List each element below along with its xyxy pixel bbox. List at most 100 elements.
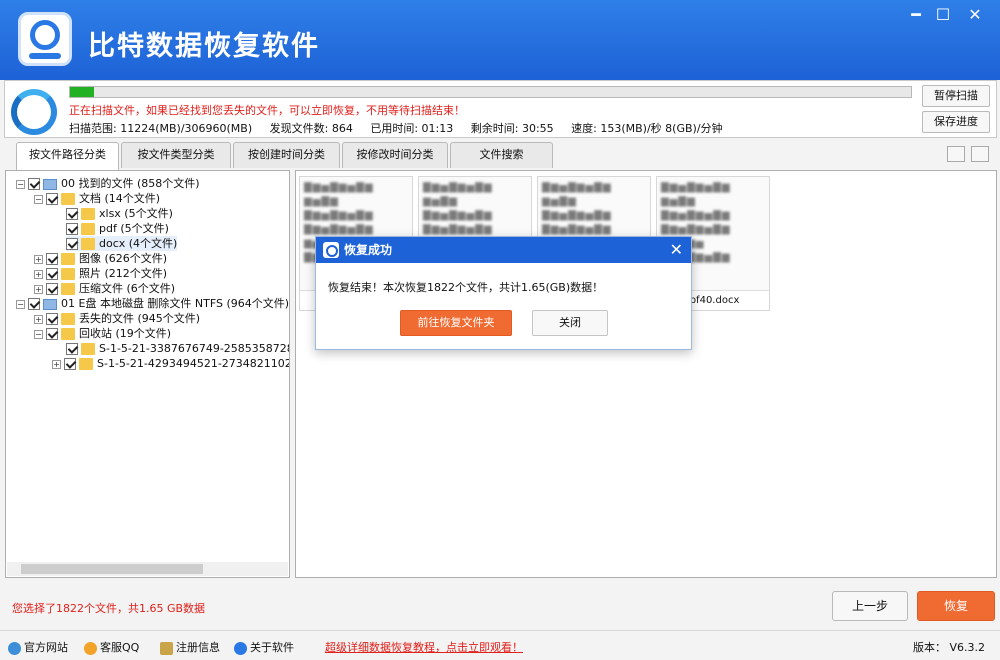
- checkbox[interactable]: [46, 328, 58, 340]
- checkbox[interactable]: [46, 313, 58, 325]
- dialog-title: 恢复成功: [344, 243, 393, 257]
- tutorial-promo-link[interactable]: 超级详细数据恢复教程，点击立即观看！: [325, 639, 523, 655]
- folder-icon: [61, 268, 75, 280]
- dialog-close-icon[interactable]: ✕: [670, 237, 683, 263]
- scan-spinner-icon: [11, 89, 57, 135]
- checkbox[interactable]: [46, 193, 58, 205]
- globe-icon: [8, 641, 21, 655]
- scan-range: 扫描范围: 11224(MB)/306960(MB): [69, 122, 253, 135]
- tree-horizontal-scrollbar[interactable]: [7, 562, 288, 576]
- scan-speed: 速度: 153(MB)/秒 8(GB)/分钟: [571, 122, 723, 135]
- scan-status-panel: 正在扫描文件，如果已经找到您丢失的文件，可以立即恢复，不用等待扫描结束！ 扫描范…: [4, 80, 997, 138]
- tab-by-modified[interactable]: 按修改时间分类: [342, 142, 448, 168]
- about-link[interactable]: 关于软件: [234, 639, 294, 655]
- save-progress-button[interactable]: 保存进度: [922, 111, 990, 133]
- scan-stats: 扫描范围: 11224(MB)/306960(MB) 发现文件数: 864 已用…: [69, 120, 737, 136]
- website-link[interactable]: 官方网站: [8, 639, 68, 655]
- app-logo-icon: [18, 12, 72, 66]
- pause-scan-button[interactable]: 暂停扫描: [922, 85, 990, 107]
- back-button[interactable]: 上一步: [832, 591, 908, 621]
- tree-node-images[interactable]: + 图像 (626个文件): [34, 251, 167, 266]
- folder-icon: [81, 208, 95, 220]
- tree-node-documents[interactable]: − 文档 (14个文件): [34, 191, 160, 206]
- scan-message: 正在扫描文件，如果已经找到您丢失的文件，可以立即恢复，不用等待扫描结束！: [69, 104, 465, 117]
- tree-node-sid-2[interactable]: +S-1-5-21-4293494521-2734821102-1583: [52, 356, 289, 371]
- folder-icon: [79, 358, 93, 370]
- recovery-success-dialog: 恢复成功 ✕ 恢复结束！本次恢复1822个文件，共计1.65(GB)数据！ 前往…: [315, 236, 692, 350]
- info-icon: [234, 641, 247, 655]
- version-label: 版本： V6.3.2: [913, 641, 986, 654]
- scan-progress-bar: [69, 86, 912, 98]
- found-count: 发现文件数: 864: [269, 122, 353, 135]
- scan-progress-fill: [70, 87, 94, 97]
- checkbox[interactable]: [66, 343, 78, 355]
- collapse-icon[interactable]: −: [16, 179, 25, 189]
- file-grid: ▇▆▅▇▆▅▇▆ ▆▅▇▆ ▇▆▅▇▆▅▇▆ ▇▆▅▇▆▅▇▆ ▆▅▇▆▅ ▇▆…: [295, 170, 997, 578]
- grid-view-icon[interactable]: [971, 146, 989, 162]
- folder-icon: [61, 313, 75, 325]
- tree-node-xlsx[interactable]: xlsx (5个文件): [66, 206, 173, 221]
- close-window-button[interactable]: ✕: [964, 6, 986, 24]
- tab-by-created[interactable]: 按创建时间分类: [233, 142, 340, 168]
- qq-icon: [84, 641, 97, 655]
- collapse-icon[interactable]: −: [16, 299, 25, 309]
- elapsed-time: 已用时间: 01:13: [370, 122, 454, 135]
- folder-tree: −00 找到的文件 (858个文件) − 文档 (14个文件) xlsx (5个文…: [5, 170, 290, 578]
- dialog-header: 恢复成功 ✕: [316, 237, 691, 263]
- minimize-button[interactable]: ━: [905, 6, 927, 24]
- tree-node-recycle-bin[interactable]: − 回收站 (19个文件): [34, 326, 171, 341]
- checkbox[interactable]: [64, 358, 76, 370]
- selection-summary: 您选择了1822个文件，共1.65 GB数据: [12, 602, 206, 615]
- recover-button[interactable]: 恢复: [917, 591, 995, 621]
- scrollbar-thumb[interactable]: [21, 564, 203, 574]
- expand-icon[interactable]: +: [52, 359, 61, 369]
- tree-node-pdf[interactable]: pdf (5个文件): [66, 221, 169, 236]
- checkbox[interactable]: [66, 223, 78, 235]
- checkbox[interactable]: [46, 283, 58, 295]
- folder-icon: [81, 223, 95, 235]
- folder-icon: [81, 343, 95, 355]
- expand-icon[interactable]: +: [34, 269, 43, 279]
- drive-icon: [43, 178, 57, 190]
- checkbox[interactable]: [46, 268, 58, 280]
- folder-icon: [61, 193, 75, 205]
- remaining-time: 剩余时间: 30:55: [470, 122, 554, 135]
- bottom-bar: 官方网站 客服QQ 注册信息 关于软件 超级详细数据恢复教程，点击立即观看！ 版…: [0, 630, 1000, 660]
- dialog-close-button[interactable]: 关闭: [532, 310, 608, 336]
- collapse-icon[interactable]: −: [34, 329, 43, 339]
- tab-file-search[interactable]: 文件搜索: [450, 142, 553, 168]
- checkbox[interactable]: [28, 178, 40, 190]
- title-bar: 比特数据恢复软件 ━ ☐ ✕: [0, 0, 1000, 80]
- tab-by-path[interactable]: 按文件路径分类: [16, 142, 119, 170]
- expand-icon[interactable]: +: [34, 284, 43, 294]
- tree-node-photos[interactable]: + 照片 (212个文件): [34, 266, 167, 281]
- tree-node-archives[interactable]: + 压缩文件 (6个文件): [34, 281, 175, 296]
- folder-icon: [81, 238, 95, 250]
- collapse-icon[interactable]: −: [34, 194, 43, 204]
- drive-icon: [43, 298, 57, 310]
- app-small-icon: [323, 242, 339, 258]
- list-view-icon[interactable]: [947, 146, 965, 162]
- checkbox[interactable]: [66, 238, 78, 250]
- register-icon: [160, 641, 173, 655]
- tree-node-docx[interactable]: docx (4个文件): [66, 236, 178, 251]
- register-link[interactable]: 注册信息: [160, 639, 220, 655]
- expand-icon[interactable]: +: [34, 314, 43, 324]
- dialog-message: 恢复结束！本次恢复1822个文件，共计1.65(GB)数据！: [328, 281, 604, 294]
- checkbox[interactable]: [46, 253, 58, 265]
- open-folder-button[interactable]: 前往恢复文件夹: [400, 310, 512, 336]
- tab-by-type[interactable]: 按文件类型分类: [121, 142, 231, 168]
- checkbox[interactable]: [28, 298, 40, 310]
- tree-node-lost-files[interactable]: + 丢失的文件 (945个文件): [34, 311, 200, 326]
- folder-icon: [61, 283, 75, 295]
- checkbox[interactable]: [66, 208, 78, 220]
- app-title: 比特数据恢复软件: [88, 31, 320, 62]
- maximize-button[interactable]: ☐: [932, 6, 954, 24]
- folder-icon: [61, 328, 75, 340]
- qq-support-link[interactable]: 客服QQ: [84, 639, 139, 655]
- expand-icon[interactable]: +: [34, 254, 43, 264]
- folder-icon: [61, 253, 75, 265]
- tree-node-e-drive[interactable]: −01 E盘 本地磁盘 删除文件 NTFS (964个文件): [16, 296, 289, 311]
- tree-node-found-files[interactable]: −00 找到的文件 (858个文件): [16, 176, 200, 191]
- tree-node-sid-1[interactable]: S-1-5-21-3387676749-2585358728-1696: [66, 341, 289, 356]
